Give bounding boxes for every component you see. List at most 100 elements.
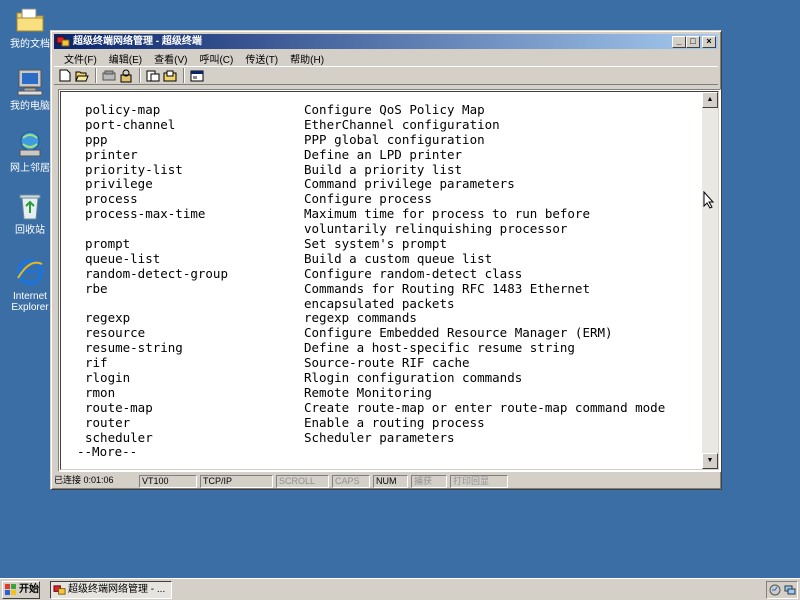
hyperterminal-window: 超级终端网络管理 - 超级终端 _ □ × 文件(F) 编辑(E) 查看(V) …: [50, 30, 722, 490]
command-description: Build a custom queue list: [304, 250, 493, 266]
new-connection-button[interactable]: [57, 68, 73, 83]
desktop-icon-recycle-bin[interactable]: 回收站: [4, 190, 56, 236]
start-button[interactable]: 开始: [2, 581, 40, 599]
command-name: process: [85, 191, 138, 207]
maximize-button[interactable]: □: [686, 36, 700, 48]
command-name: prompt: [85, 236, 131, 252]
mouse-cursor-icon: [703, 191, 715, 209]
command-description: EtherChannel configuration: [304, 116, 500, 132]
command-name: rif: [85, 355, 108, 371]
desktop-icon-label: 回收站: [15, 225, 45, 236]
command-name: route-map: [85, 399, 153, 415]
desktop-icon-label: Explorer: [11, 302, 49, 313]
emulation-status: VT100: [139, 475, 197, 488]
command-name: printer: [85, 146, 138, 162]
scroll-down-button[interactable]: ▼: [702, 453, 718, 469]
command-name: router: [85, 414, 131, 430]
command-name: rlogin: [85, 370, 131, 386]
volume-icon[interactable]: [769, 584, 781, 596]
open-button[interactable]: [74, 68, 90, 83]
taskbar-window-label: 超级终端网络管理 - ...: [68, 584, 166, 595]
scroll-up-button[interactable]: ▲: [702, 92, 718, 108]
command-description: PPP global configuration: [304, 131, 485, 147]
command-name: rmon: [85, 384, 116, 400]
menu-bar: 文件(F) 编辑(E) 查看(V) 呼叫(C) 传送(T) 帮助(H): [54, 50, 718, 66]
new-icon: [59, 69, 71, 82]
folder-icon: [16, 8, 44, 32]
properties-icon: [190, 70, 204, 81]
internet-explorer-icon: [17, 259, 43, 285]
taskbar: 开始 超级终端网络管理 - ...: [0, 578, 800, 600]
command-description: Maximum time for process to run before: [304, 206, 590, 222]
desktop-icon-network[interactable]: 网上邻居: [4, 128, 56, 174]
menu-file[interactable]: 文件(F): [58, 51, 103, 66]
command-description: Enable a routing process: [304, 414, 485, 430]
caps-status: CAPS: [332, 475, 370, 488]
command-description: Define a host-specific resume string: [304, 340, 575, 356]
desktop-icon-label: 我的电脑: [10, 101, 50, 112]
command-name: policy-map: [85, 102, 161, 117]
command-description: Create route-map or enter route-map comm…: [304, 399, 666, 415]
toolbar-separator: [183, 68, 185, 83]
hyperterminal-icon: [53, 585, 66, 595]
menu-transfer[interactable]: 传送(T): [239, 51, 284, 66]
network-status-icon[interactable]: [784, 584, 796, 596]
command-name: random-detect-group: [85, 265, 228, 281]
desktop-icon-internet-explorer[interactable]: Internet Explorer: [4, 256, 56, 313]
title-bar[interactable]: 超级终端网络管理 - 超级终端 _ □ ×: [54, 34, 718, 49]
vertical-scrollbar[interactable]: ▲ ▼: [702, 92, 718, 469]
command-description: Command privilege parameters: [304, 176, 515, 192]
close-button[interactable]: ×: [702, 36, 716, 48]
computer-icon: [17, 69, 43, 96]
menu-help[interactable]: 帮助(H): [284, 51, 330, 66]
open-icon: [75, 71, 89, 81]
command-name: priority-list: [85, 161, 183, 177]
status-bar: 已连接 0:01:06 VT100 TCP/IP SCROLL CAPS NUM…: [54, 475, 718, 488]
terminal-border: policy-map Configure QoS Policy Map port-c…: [60, 91, 719, 470]
windows-logo-icon: [5, 584, 16, 595]
command-description: Scheduler parameters: [304, 429, 455, 445]
desktop-icon-label: 我的文档: [10, 39, 50, 50]
menu-edit[interactable]: 编辑(E): [103, 51, 148, 66]
menu-call[interactable]: 呼叫(C): [193, 51, 239, 66]
command-name: resume-string: [85, 340, 183, 356]
terminal-screen[interactable]: policy-map Configure QoS Policy Map port-c…: [61, 92, 705, 469]
print-echo-status: 打印回显: [450, 475, 508, 488]
command-name: privilege: [85, 176, 153, 192]
toolbar-separator: [139, 68, 141, 83]
taskbar-window-button[interactable]: 超级终端网络管理 - ...: [50, 581, 172, 599]
command-name: scheduler: [85, 429, 153, 445]
disconnect-icon: [102, 70, 116, 80]
command-description: Commands for Routing RFC 1483 Ethernet: [304, 280, 590, 296]
command-description: Remote Monitoring: [304, 384, 432, 400]
network-icon: [19, 131, 41, 157]
command-description: encapsulated packets: [304, 295, 455, 311]
scroll-status: SCROLL: [276, 475, 329, 488]
desktop-icon-my-computer[interactable]: 我的电脑: [4, 66, 56, 112]
command-description: Rlogin configuration commands: [304, 370, 523, 386]
toolbar: [54, 66, 718, 85]
protocol-status: TCP/IP: [200, 475, 273, 488]
window-title: 超级终端网络管理 - 超级终端: [73, 36, 202, 47]
send-button[interactable]: [145, 68, 161, 83]
command-name: ppp: [85, 131, 108, 147]
command-name: queue-list: [85, 250, 161, 266]
minimize-button[interactable]: _: [672, 36, 686, 48]
command-description: Build a priority list: [304, 161, 463, 177]
disconnect-button[interactable]: [101, 68, 117, 83]
desktop-icon-label: Internet: [13, 291, 47, 302]
receive-button[interactable]: [162, 68, 178, 83]
command-description: regexp commands: [304, 310, 417, 326]
command-description: Configure random-detect class: [304, 265, 523, 281]
command-description: voluntarily relinquishing processor: [304, 221, 568, 237]
connection-time: 已连接 0:01:06: [54, 475, 114, 485]
send-icon: [146, 70, 160, 81]
command-description: Configure process: [304, 191, 432, 207]
terminal-frame: policy-map Configure QoS Policy Map port-c…: [58, 89, 721, 472]
command-description: Define an LPD printer: [304, 146, 463, 162]
desktop-icon-my-documents[interactable]: 我的文档: [4, 4, 56, 50]
connect-button[interactable]: [118, 68, 134, 83]
menu-view[interactable]: 查看(V): [148, 51, 193, 66]
command-description: Set system's prompt: [304, 236, 447, 252]
properties-button[interactable]: [189, 68, 205, 83]
